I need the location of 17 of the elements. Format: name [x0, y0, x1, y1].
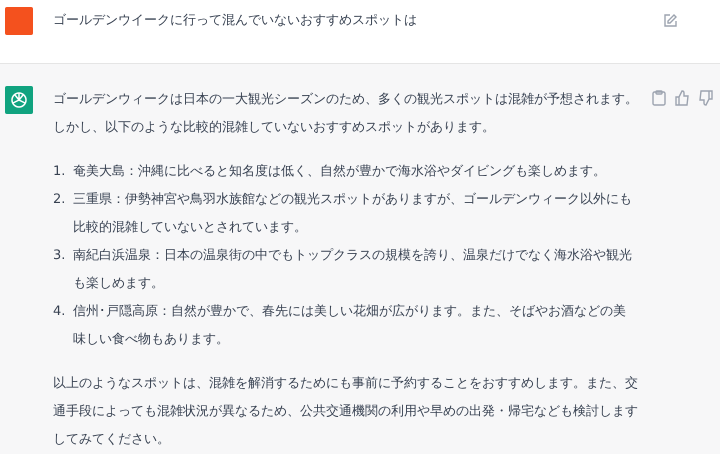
- clipboard-icon[interactable]: [652, 90, 666, 106]
- list-item-text: 南紀白浜温泉：日本の温泉街の中でもトップクラスの規模を誇り、温泉だけでなく海水浴や観光も楽しめます。: [73, 247, 633, 293]
- thumbs-up-icon[interactable]: [674, 90, 690, 106]
- list-item-text: 三重県：伊勢神宮や鳥羽水族館などの観光スポットがありますが、ゴールデンウィーク以外にも比較的混雑していないとされています。: [73, 191, 633, 237]
- list-item-text: 奄美大島：沖縄に比べると知名度は低く、自然が豊かで海水浴やダイビングも楽しめます。: [73, 163, 606, 181]
- list-number: 2.: [53, 191, 66, 209]
- edit-icon[interactable]: [662, 13, 678, 29]
- list-number: 3.: [53, 247, 66, 265]
- list-number: 4.: [53, 303, 66, 321]
- thumbs-down-icon[interactable]: [698, 90, 714, 106]
- assistant-avatar: [5, 86, 33, 114]
- user-message: ゴールデンウイークに行って混んでいないおすすめスポットは: [53, 12, 418, 30]
- response-paragraph: 以上のようなスポットは、混雑を解消するためにも事前に予約することをおすすめします。また、交通手段によっても混雑状況が異なるため、公共交通機関の利用や早めの出発・帰宅なども検討しますしてみてください。: [53, 375, 638, 449]
- response-paragraph: ゴールデンウィークは日本の一大観光シーズンのため、多くの観光スポットは混雑が予想されます。しかし、以下のような比較的混雑していないおすすめスポットがあります。: [53, 91, 638, 137]
- list-number: 1.: [53, 163, 66, 181]
- list-item-text: 信州･戸隠高原：自然が豊かで、春先には美しい花畑が広がります。また、そばやお酒などの美味しい食べ物もあります。: [73, 303, 627, 349]
- user-avatar: [5, 7, 33, 35]
